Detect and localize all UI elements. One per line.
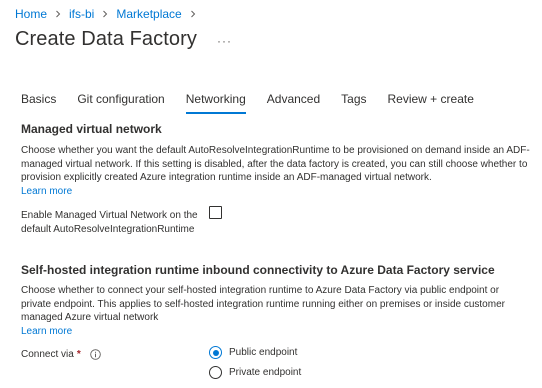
radio-label-public-endpoint: Public endpoint	[229, 347, 298, 358]
managed-vnet-checkbox-label: Enable Managed Virtual Network on the de…	[21, 210, 198, 235]
connect-via-label: Connect via	[21, 349, 74, 360]
tab-advanced[interactable]: Advanced	[267, 92, 320, 112]
managed-vnet-heading: Managed virtual network	[21, 122, 162, 136]
self-hosted-learn-more-link[interactable]: Learn more	[21, 325, 531, 339]
tab-git-configuration[interactable]: Git configuration	[77, 92, 164, 112]
page-title: Create Data Factory	[15, 28, 197, 50]
managed-vnet-description: Choose whether you want the default Auto…	[21, 145, 530, 184]
managed-vnet-learn-more-link[interactable]: Learn more	[21, 185, 531, 199]
chevron-right-icon	[53, 9, 63, 19]
connect-via-label-group: Connect via *	[21, 349, 101, 360]
info-icon[interactable]	[89, 349, 101, 360]
chevron-right-icon	[100, 9, 110, 19]
self-hosted-description-block: Choose whether to connect your self-host…	[21, 284, 531, 338]
radio-button-unchecked[interactable]	[209, 366, 222, 379]
tab-list: Basics Git configuration Networking Adva…	[21, 92, 495, 114]
create-data-factory-page: Home ifs-bi Marketplace Create Data Fact…	[0, 0, 542, 388]
breadcrumb-ifs-bi[interactable]: ifs-bi	[69, 7, 94, 21]
self-hosted-heading: Self-hosted integration runtime inbound …	[21, 263, 495, 277]
title-row: Create Data Factory ···	[15, 28, 232, 51]
required-indicator: *	[76, 349, 81, 360]
radio-button-checked[interactable]	[209, 346, 222, 359]
radio-label-private-endpoint: Private endpoint	[229, 367, 302, 378]
managed-vnet-description-block: Choose whether you want the default Auto…	[21, 144, 531, 198]
tab-review-create[interactable]: Review + create	[388, 92, 474, 112]
tab-basics[interactable]: Basics	[21, 92, 56, 112]
breadcrumb-home[interactable]: Home	[15, 7, 47, 21]
tab-networking[interactable]: Networking	[185, 92, 246, 114]
breadcrumb: Home ifs-bi Marketplace	[15, 7, 198, 21]
more-options-button[interactable]: ···	[217, 34, 232, 48]
chevron-right-icon	[188, 9, 198, 19]
radio-private-endpoint[interactable]: Private endpoint	[209, 366, 301, 379]
breadcrumb-marketplace[interactable]: Marketplace	[116, 7, 181, 21]
self-hosted-description: Choose whether to connect your self-host…	[21, 285, 505, 324]
managed-vnet-checkbox[interactable]	[209, 206, 222, 219]
tab-tags[interactable]: Tags	[341, 92, 366, 112]
radio-public-endpoint[interactable]: Public endpoint	[209, 346, 297, 359]
